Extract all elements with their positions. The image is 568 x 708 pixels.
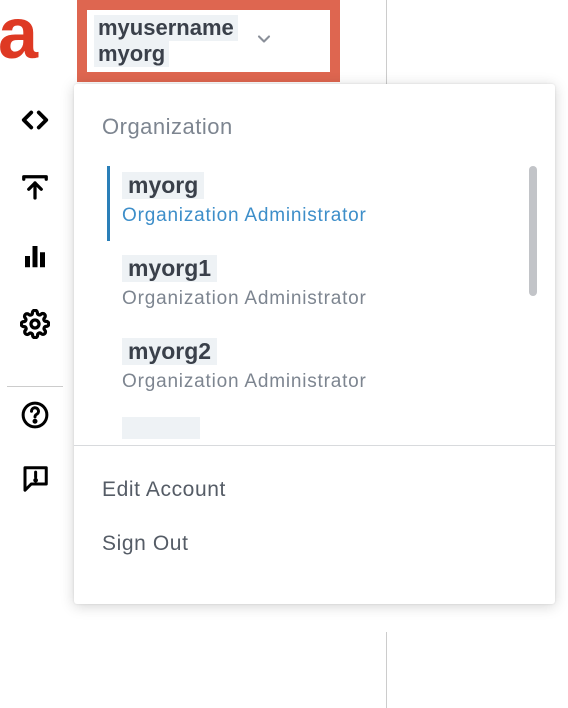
analytics-icon[interactable] [20, 241, 50, 271]
code-icon[interactable] [20, 105, 50, 135]
org-name: myorg1 [122, 255, 217, 282]
org-name: myorg [122, 172, 204, 199]
scrollbar-thumb[interactable] [529, 166, 537, 296]
dropdown-divider [74, 445, 555, 446]
account-switcher-trigger[interactable]: myusername myorg [94, 12, 322, 70]
logo-icon: a [0, 0, 38, 70]
sign-out-action[interactable]: Sign Out [102, 522, 527, 576]
account-switcher-label: myusername myorg [94, 15, 238, 67]
publish-icon[interactable] [20, 173, 50, 203]
org-item[interactable]: myorg2 Organization Administrator [110, 332, 527, 407]
organization-list: myorg Organization Administrator myorg1 … [102, 166, 527, 439]
vertical-divider [386, 0, 387, 84]
settings-icon[interactable] [20, 309, 50, 339]
left-sidebar: a [0, 0, 70, 708]
feedback-icon[interactable] [20, 464, 50, 494]
account-dropdown: Organization myorg Organization Administ… [74, 84, 555, 604]
current-username: myusername [94, 15, 238, 41]
org-role: Organization Administrator [122, 288, 527, 310]
org-role: Organization Administrator [122, 371, 527, 393]
nav-divider [7, 386, 63, 387]
vertical-divider [386, 632, 387, 708]
org-role: Organization Administrator [122, 205, 527, 227]
current-org: myorg [94, 41, 169, 67]
section-label-organization: Organization [102, 114, 527, 140]
chevron-down-icon [254, 29, 274, 54]
org-item[interactable]: myorg1 Organization Administrator [110, 249, 527, 324]
org-item-partial [122, 417, 200, 439]
nav-icons-secondary [0, 400, 70, 494]
nav-icons-primary [0, 105, 70, 339]
org-item[interactable]: myorg Organization Administrator [107, 166, 527, 241]
edit-account-action[interactable]: Edit Account [102, 468, 527, 522]
help-icon[interactable] [20, 400, 50, 430]
org-name: myorg2 [122, 338, 217, 365]
